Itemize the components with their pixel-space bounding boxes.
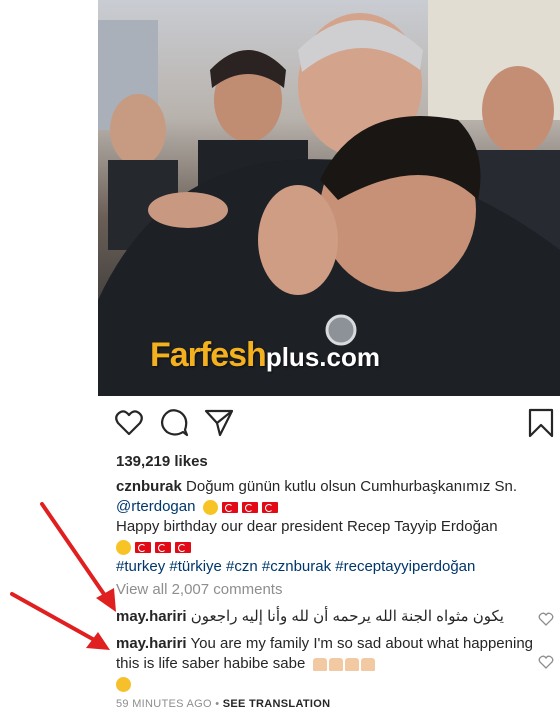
turkish-flag-icon	[135, 541, 151, 553]
caption-mention[interactable]: @rterdogan	[116, 498, 195, 515]
turkish-flag-icon	[241, 501, 258, 513]
post-meta: 59 MINUTES AGO • SEE TRANSLATION	[116, 698, 330, 710]
watermark: Farfeshplus.com	[150, 336, 380, 374]
comment-text: يكون مثواه الجنة الله يرحمه أن لله وأنا …	[190, 608, 504, 625]
comment-username[interactable]: may.hariri	[116, 608, 187, 625]
post-caption: cznburak Doğum günün kutlu olsun Cumhurb…	[116, 477, 546, 577]
pray-emoji	[313, 654, 377, 674]
turkish-flag-icon	[221, 501, 238, 513]
caption-hashtags[interactable]: #turkey #türkiye #czn #cznburak #recepta…	[116, 558, 475, 575]
caption-text-english: Happy birthday our dear president Recep …	[116, 518, 498, 535]
turkish-flag-icon	[175, 541, 191, 553]
comment-item: may.hariri You are my family I'm so sad …	[116, 634, 536, 694]
post-actions	[112, 408, 558, 442]
small-heart-icon[interactable]	[538, 611, 554, 627]
comment-item: may.hariri يكون مثواه الجنة الله يرحمه أ…	[116, 607, 536, 627]
see-translation-link[interactable]: SEE TRANSLATION	[223, 698, 331, 710]
turkish-flag-icon	[155, 541, 171, 553]
post-photo[interactable]: Farfeshplus.com	[98, 0, 560, 396]
meta-separator: •	[215, 698, 220, 710]
share-icon[interactable]	[204, 408, 234, 438]
comment-username[interactable]: may.hariri	[116, 635, 187, 652]
sad-emoji	[116, 676, 131, 692]
caption-username[interactable]: cznburak	[116, 478, 182, 495]
likes-count[interactable]: 139,219 likes	[116, 453, 208, 470]
smile-emoji	[202, 499, 218, 515]
red-arrow	[10, 592, 110, 650]
comment-icon[interactable]	[160, 408, 190, 438]
caption-text-turkish: Doğum günün kutlu olsun Cumhurbaşkanımız…	[186, 478, 518, 495]
turkish-flag-icon	[261, 501, 278, 513]
bookmark-icon[interactable]	[526, 408, 556, 438]
view-all-comments-link[interactable]: View all 2,007 comments	[116, 581, 282, 598]
heart-icon[interactable]	[114, 408, 144, 438]
post-timestamp: 59 MINUTES AGO	[116, 698, 212, 710]
small-heart-icon[interactable]	[538, 654, 554, 670]
